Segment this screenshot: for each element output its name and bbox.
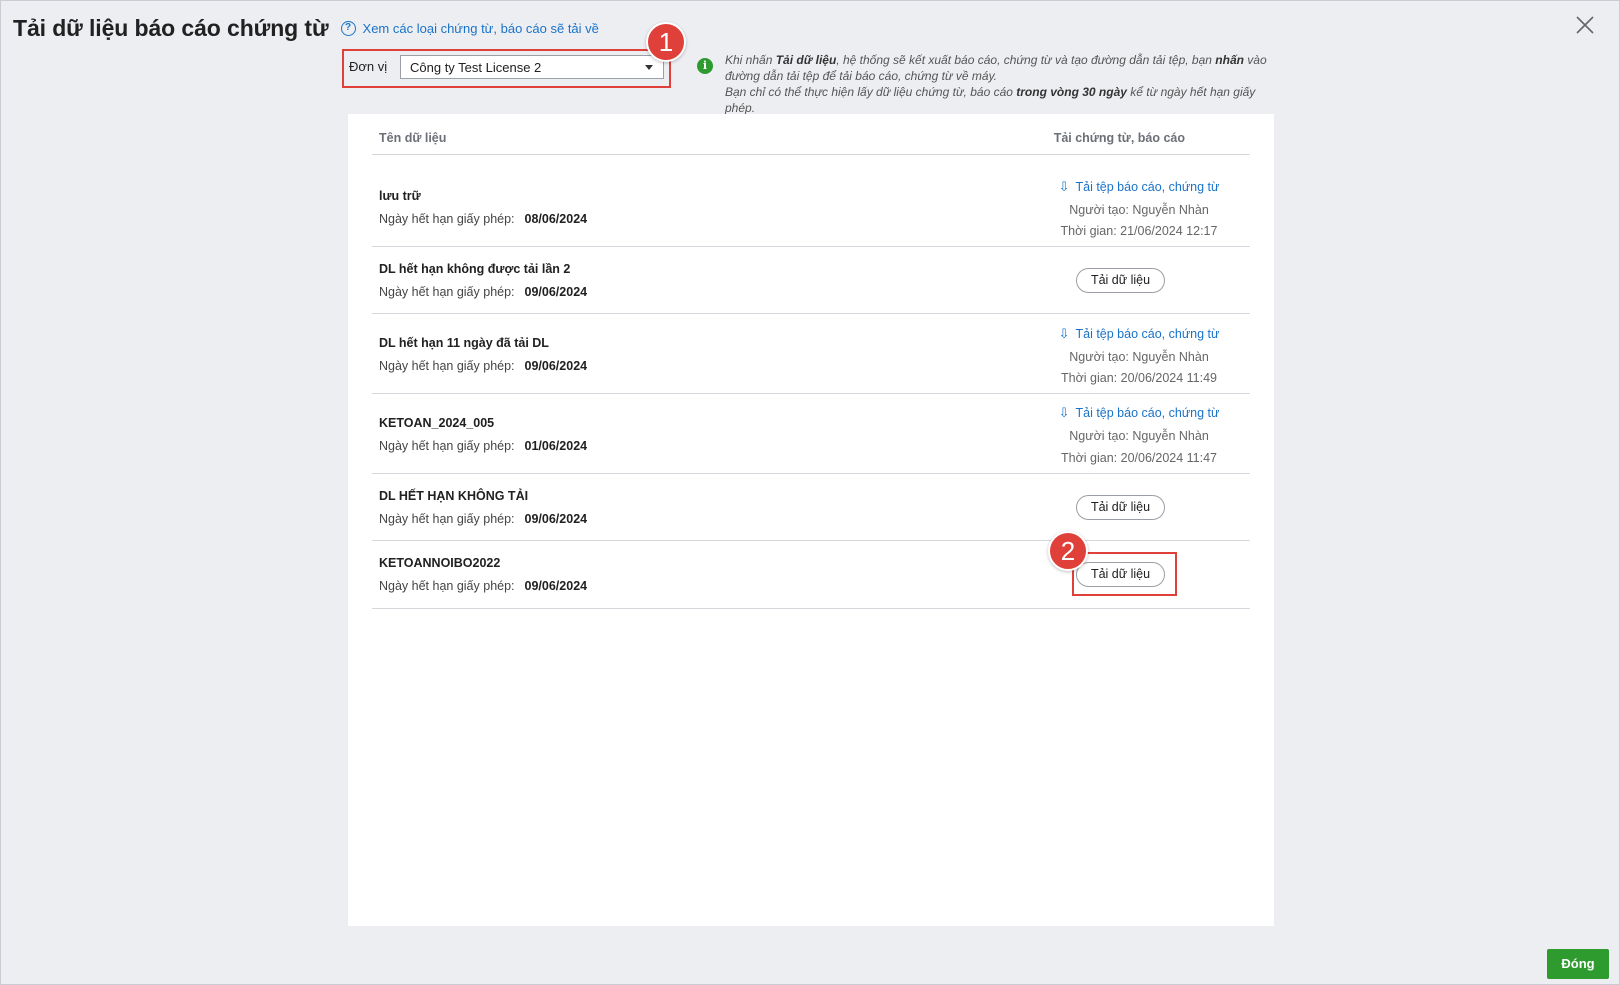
- unit-label: Đơn vị: [349, 59, 388, 74]
- download-arrow-icon: ⇩: [1058, 405, 1070, 420]
- title-row: Tải dữ liệu báo cáo chứng từ ? Xem các l…: [13, 13, 599, 43]
- row-creator: Người tạo: Nguyễn Nhàn: [1069, 429, 1209, 443]
- table-row: lưu trữ Ngày hết hạn giấy phép: 08/06/202…: [372, 155, 1250, 247]
- load-data-button[interactable]: Tải dữ liệu: [1076, 268, 1165, 293]
- unit-select[interactable]: Công ty Test License 2: [400, 55, 664, 79]
- row-name: KETOANNOIBO2022: [379, 556, 501, 570]
- expiry-date: 09/06/2024: [524, 359, 588, 373]
- row-creator: Người tạo: Nguyễn Nhàn: [1069, 350, 1209, 364]
- table-row: DL hết hạn 11 ngày đã tải DL Ngày hết hạ…: [372, 314, 1250, 394]
- expiry-date: 09/06/2024: [524, 512, 588, 526]
- row-time: Thời gian: 20/06/2024 11:47: [1061, 451, 1217, 465]
- row-expiry: Ngày hết hạn giấy phép: 01/06/2024: [379, 439, 587, 453]
- table-header: Tên dữ liệu Tải chứng từ, báo cáo: [372, 114, 1250, 155]
- column-header-name: Tên dữ liệu: [379, 131, 447, 145]
- row-creator: Người tạo: Nguyễn Nhàn: [1069, 203, 1209, 217]
- help-link[interactable]: ? Xem các loại chứng từ, báo cáo sẽ tải …: [340, 20, 599, 36]
- row-name: KETOAN_2024_005: [379, 416, 495, 430]
- download-file-link[interactable]: ⇩ Tải tệp báo cáo, chứng từ: [1042, 326, 1236, 342]
- column-header-download: Tải chứng từ, báo cáo: [1053, 131, 1185, 145]
- row-expiry: Ngày hết hạn giấy phép: 09/06/2024: [379, 359, 587, 373]
- expiry-date: 01/06/2024: [524, 439, 588, 453]
- data-table: Tên dữ liệu Tải chứng từ, báo cáo lưu tr…: [372, 114, 1250, 609]
- table-row: DL hết hạn không được tải lần 2 Ngày hết…: [372, 247, 1250, 314]
- info-text-bold: trong vòng 30 ngày: [1016, 85, 1127, 99]
- expiry-label: Ngày hết hạn giấy phép:: [379, 285, 515, 299]
- load-data-button[interactable]: Tải dữ liệu: [1076, 495, 1165, 520]
- caret-down-icon: [645, 65, 653, 70]
- page-title: Tải dữ liệu báo cáo chứng từ: [13, 14, 329, 41]
- expiry-label: Ngày hết hạn giấy phép:: [379, 212, 515, 226]
- question-icon: ?: [340, 20, 356, 36]
- download-arrow-icon: ⇩: [1058, 179, 1070, 194]
- unit-selected-value: Công ty Test License 2: [410, 60, 542, 75]
- info-text: Khi nhấn Tải dữ liệu, hệ thống sẽ kết xu…: [725, 52, 1285, 116]
- row-expiry: Ngày hết hạn giấy phép: 09/06/2024: [379, 512, 587, 526]
- info-text-part: Bạn chỉ có thể thực hiện lấy dữ liệu chứ…: [725, 85, 1017, 99]
- expiry-date: 09/06/2024: [524, 285, 588, 299]
- close-icon[interactable]: [1574, 14, 1596, 36]
- row-expiry: Ngày hết hạn giấy phép: 08/06/2024: [379, 212, 587, 226]
- download-link-label: Tải tệp báo cáo, chứng từ: [1075, 406, 1220, 420]
- button-highlight-box: [1072, 552, 1177, 596]
- info-paragraph-1: Khi nhấn Tải dữ liệu, hệ thống sẽ kết xu…: [725, 52, 1285, 84]
- close-button[interactable]: Đóng: [1547, 949, 1609, 979]
- info-text-bold: Tải dữ liệu: [775, 53, 837, 67]
- table-row: DL HẾT HẠN KHÔNG TẢI Ngày hết hạn giấy p…: [372, 474, 1250, 541]
- row-time: Thời gian: 20/06/2024 11:49: [1061, 371, 1217, 385]
- download-link-label: Tải tệp báo cáo, chứng từ: [1075, 180, 1220, 194]
- row-name: lưu trữ: [379, 189, 421, 203]
- download-file-link[interactable]: ⇩ Tải tệp báo cáo, chứng từ: [1042, 405, 1236, 421]
- expiry-label: Ngày hết hạn giấy phép:: [379, 579, 515, 593]
- step-badge-2: 2: [1048, 531, 1088, 571]
- expiry-label: Ngày hết hạn giấy phép:: [379, 512, 515, 526]
- row-time: Thời gian: 21/06/2024 12:17: [1060, 224, 1218, 238]
- info-text-bold: nhấn: [1215, 53, 1244, 67]
- expiry-date: 08/06/2024: [524, 212, 588, 226]
- download-file-link[interactable]: ⇩ Tải tệp báo cáo, chứng từ: [1042, 179, 1236, 195]
- row-name: DL hết hạn 11 ngày đã tải DL: [379, 336, 549, 350]
- row-name: DL hết hạn không được tải lần 2: [379, 262, 571, 276]
- row-expiry: Ngày hết hạn giấy phép: 09/06/2024: [379, 285, 587, 299]
- download-arrow-icon: ⇩: [1058, 326, 1070, 341]
- info-text-part: Khi nhấn: [725, 53, 776, 67]
- info-paragraph-2: Bạn chỉ có thể thực hiện lấy dữ liệu chứ…: [725, 84, 1285, 116]
- data-panel: Tên dữ liệu Tải chứng từ, báo cáo lưu tr…: [348, 114, 1274, 926]
- table-row: KETOAN_2024_005 Ngày hết hạn giấy phép: 0…: [372, 394, 1250, 474]
- help-link-label: Xem các loại chứng từ, báo cáo sẽ tải về: [362, 20, 599, 36]
- info-icon: i: [697, 58, 713, 74]
- row-name: DL HẾT HẠN KHÔNG TẢI: [379, 489, 529, 503]
- expiry-label: Ngày hết hạn giấy phép:: [379, 359, 515, 373]
- expiry-label: Ngày hết hạn giấy phép:: [379, 439, 515, 453]
- info-text-part: , hệ thống sẽ kết xuất báo cáo, chứng từ…: [836, 53, 1216, 67]
- step-badge-1: 1: [646, 22, 686, 62]
- download-link-label: Tải tệp báo cáo, chứng từ: [1075, 327, 1220, 341]
- expiry-date: 09/06/2024: [524, 579, 588, 593]
- row-expiry: Ngày hết hạn giấy phép: 09/06/2024: [379, 579, 587, 593]
